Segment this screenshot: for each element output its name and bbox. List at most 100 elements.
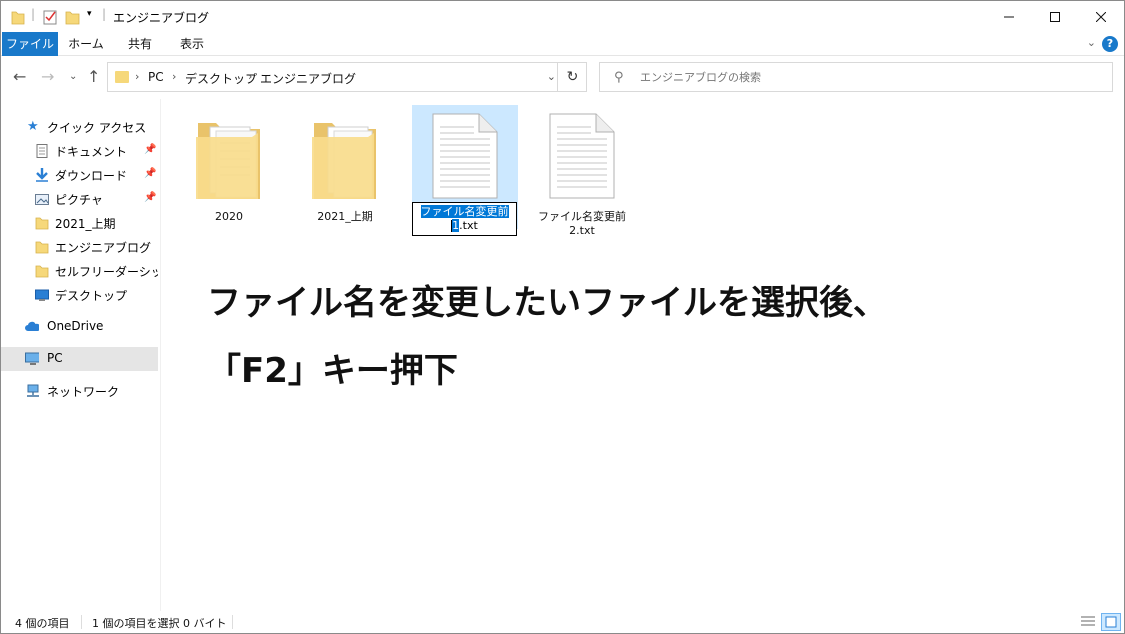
status-bar: 4 個の項目 1 個の項目を選択 0 バイト: [1, 611, 1124, 633]
status-divider: [81, 615, 82, 629]
tab-view[interactable]: 表示: [167, 32, 217, 56]
sidebar-item-2021-first-half[interactable]: 2021_上期: [1, 211, 158, 235]
breadcrumb-engineer-blog[interactable]: エンジニアブログ: [260, 70, 356, 87]
pin-icon[interactable]: 📌: [144, 144, 156, 155]
forward-icon[interactable]: →: [41, 67, 54, 86]
details-view-icon: [1081, 616, 1095, 626]
computer-icon: [25, 352, 39, 365]
folder-icon: [115, 71, 129, 83]
file-name: 2020: [215, 210, 243, 223]
sidebar-item-documents[interactable]: ドキュメント 📌: [1, 139, 158, 163]
rename-input[interactable]: ファイル名変更前 1.txt: [412, 202, 517, 236]
sidebar-item-label: エンジニアブログ: [55, 241, 152, 255]
folder-icon: [196, 123, 260, 199]
minimize-button[interactable]: [986, 1, 1032, 32]
star-icon: ★: [27, 119, 39, 134]
file-name: ファイル名変更前 2.txt: [529, 210, 635, 238]
network-icon: [27, 384, 39, 397]
sidebar-item-label: デスクトップ: [55, 289, 128, 303]
folder-icon: [35, 241, 49, 254]
file-item-folder-2020[interactable]: 2020: [176, 105, 282, 229]
breadcrumb-pc[interactable]: PC: [148, 70, 164, 84]
sidebar-item-label: ダウンロード: [55, 169, 128, 183]
sidebar-item-network[interactable]: ネットワーク: [1, 379, 158, 403]
minimize-icon: [1004, 16, 1014, 17]
sidebar-item-label: ネットワーク: [47, 385, 120, 399]
file-item-text-2[interactable]: ファイル名変更前 2.txt: [529, 105, 635, 237]
search-box[interactable]: ⚲: [599, 62, 1113, 92]
tab-file[interactable]: ファイル: [2, 32, 58, 56]
cloud-icon: [25, 321, 39, 331]
recent-locations-icon[interactable]: ⌄: [69, 71, 77, 82]
folder-icon: [35, 217, 49, 230]
sidebar-item-label: 2021_上期: [55, 217, 116, 231]
properties-icon[interactable]: [43, 8, 59, 26]
folder-icon: [11, 11, 25, 25]
text-file-icon: [549, 113, 615, 199]
sidebar-item-label: クイック アクセス: [47, 121, 147, 135]
sidebar-item-desktop[interactable]: デスクトップ: [1, 283, 158, 307]
maximize-icon: [1050, 11, 1060, 22]
navigation-pane: ★ クイック アクセス ドキュメント 📌 ダウンロード 📌 ピクチャ 📌 202…: [1, 99, 161, 611]
navigation-bar: ← → ⌄ ↑ › PC › デスクトップ › エンジニアブログ ⌄ ↻ ⚲: [1, 57, 1124, 97]
up-icon[interactable]: ↑: [87, 67, 100, 86]
sidebar-item-label: セルフリーダーシップ研修: [55, 265, 158, 279]
refresh-icon: ↻: [566, 69, 579, 85]
document-icon: [36, 144, 48, 158]
close-icon: [1096, 11, 1106, 22]
explorer-window: | ▾ | エンジニアブログ ファイル ホーム 共有 表示 ⌄ ? ← → ⌄: [0, 0, 1125, 634]
rename-selected-text: ファイル名変更前: [420, 205, 509, 218]
folder-icon: [35, 265, 49, 278]
file-name: 2021_上期: [317, 210, 373, 223]
large-icons-view-icon: [1105, 616, 1117, 628]
tab-home[interactable]: ホーム: [61, 32, 111, 56]
sidebar-item-label: PC: [47, 351, 63, 365]
customize-toolbar-icon[interactable]: ▾: [87, 9, 92, 27]
status-divider: [232, 615, 233, 629]
close-button[interactable]: [1078, 1, 1124, 32]
selection-info: 1 個の項目を選択 0 バイト: [92, 617, 227, 630]
tab-share[interactable]: 共有: [115, 32, 165, 56]
sidebar-item-pictures[interactable]: ピクチャ 📌: [1, 187, 158, 211]
refresh-button[interactable]: ↻: [557, 62, 587, 92]
maximize-button[interactable]: [1032, 1, 1078, 32]
desktop-icon: [35, 289, 49, 301]
sidebar-item-quick-access[interactable]: ★ クイック アクセス: [1, 115, 158, 139]
sidebar-item-label: OneDrive: [47, 319, 104, 333]
search-input[interactable]: [640, 63, 1100, 91]
address-bar[interactable]: › PC › デスクトップ › エンジニアブログ ⌄: [107, 62, 587, 92]
details-view-button[interactable]: [1079, 613, 1099, 631]
chevron-right-icon[interactable]: ›: [248, 70, 252, 83]
sidebar-item-downloads[interactable]: ダウンロード 📌: [1, 163, 158, 187]
sidebar-item-engineer-blog[interactable]: エンジニアブログ: [1, 235, 158, 259]
rename-extension: .txt: [459, 219, 478, 232]
file-name-line1: ファイル名変更前: [538, 210, 626, 223]
item-count: 4 個の項目: [15, 617, 70, 630]
text-file-icon: [432, 113, 498, 199]
file-item-folder-2021-first-half[interactable]: 2021_上期: [292, 105, 398, 229]
window-title: エンジニアブログ: [113, 11, 210, 25]
large-icons-view-button[interactable]: [1101, 613, 1121, 631]
expand-ribbon-icon[interactable]: ⌄: [1087, 36, 1096, 49]
picture-icon: [35, 194, 49, 205]
folder-icon: [312, 123, 376, 199]
breadcrumb-desktop[interactable]: デスクトップ: [185, 70, 257, 87]
download-icon: [36, 168, 48, 182]
sidebar-item-label: ピクチャ: [55, 193, 103, 207]
toolbar-divider: |: [31, 7, 36, 21]
sidebar-item-self-leadership[interactable]: セルフリーダーシップ研修: [1, 259, 158, 283]
address-dropdown-icon[interactable]: ⌄: [547, 70, 556, 83]
pin-icon[interactable]: 📌: [144, 192, 156, 203]
toolbar-divider: |: [102, 7, 107, 21]
chevron-right-icon[interactable]: ›: [135, 70, 139, 83]
pin-icon[interactable]: 📌: [144, 168, 156, 179]
annotation-line-1: ファイル名を変更したいファイルを選択後、: [207, 283, 887, 323]
sidebar-item-onedrive[interactable]: OneDrive: [1, 315, 158, 339]
ribbon-tabs: ファイル ホーム 共有 表示 ⌄ ?: [1, 32, 1124, 56]
chevron-right-icon[interactable]: ›: [172, 70, 176, 83]
file-name-line2: 2.txt: [569, 224, 595, 237]
new-folder-icon[interactable]: [65, 8, 81, 26]
help-button[interactable]: ?: [1102, 36, 1118, 52]
sidebar-item-pc[interactable]: PC: [1, 347, 158, 371]
back-icon[interactable]: ←: [13, 67, 26, 86]
